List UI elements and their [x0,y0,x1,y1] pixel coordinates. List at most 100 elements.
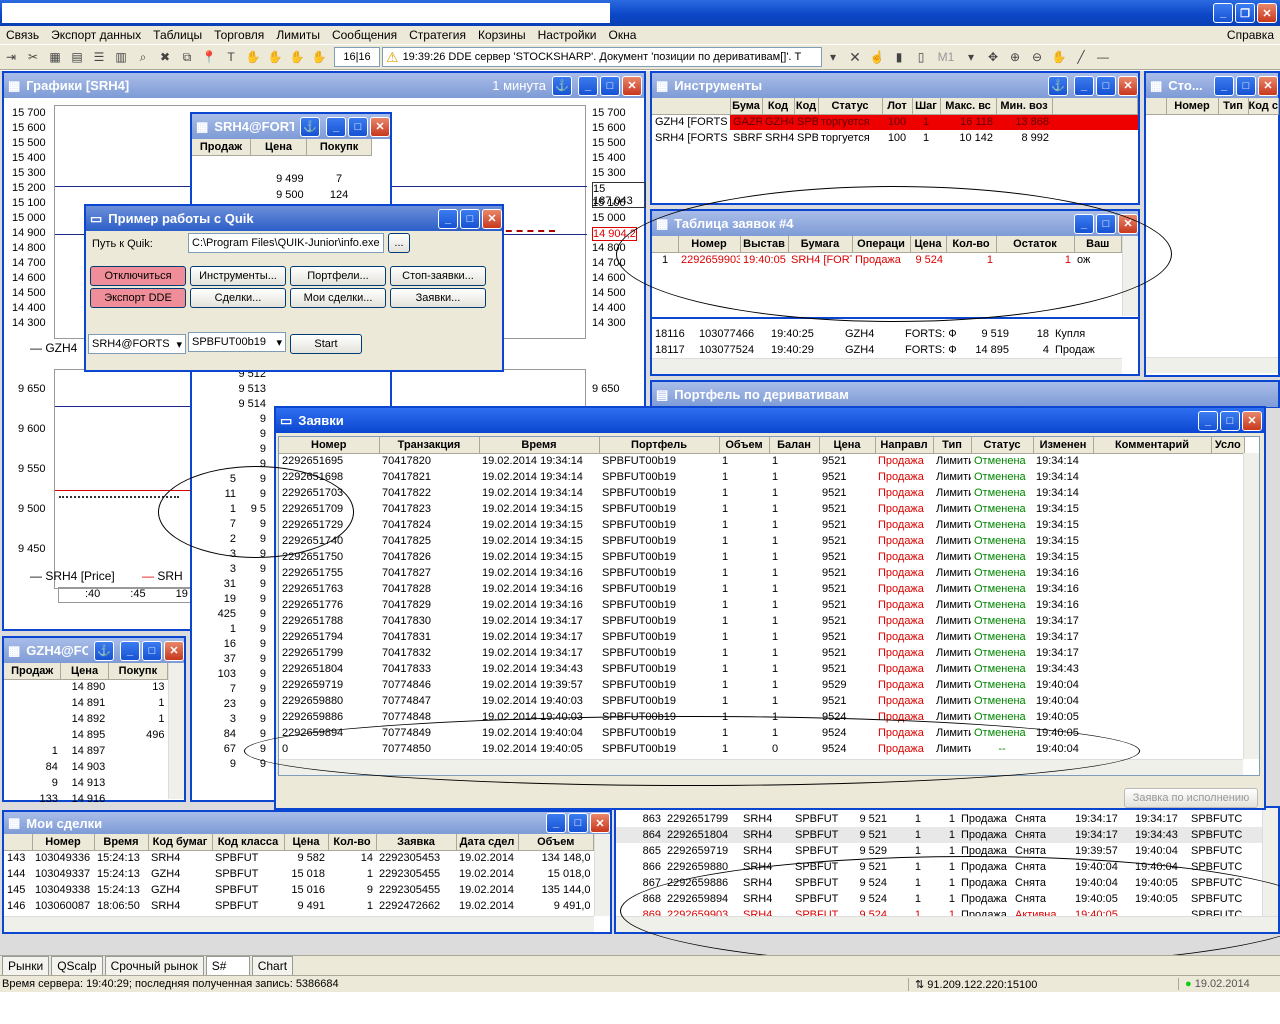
close-icon[interactable]: ✕ [1242,410,1262,431]
table-row[interactable]: 2292659886 70774848 19.02.2014 19:40:03 SPB… [279,709,1245,725]
minimize-icon[interactable]: _ [1074,75,1094,96]
table-row[interactable]: 14 895 496 [4,727,168,743]
hand2-icon[interactable]: ✋ [266,48,284,66]
col-header[interactable]: Код [794,98,819,115]
close-message-icon[interactable]: ✕ [846,48,864,66]
table-row[interactable]: GZH4 [FORTSGAZR-GZH4SPBторгуется100116 1… [652,114,1138,130]
col-header[interactable]: Тип [933,437,972,454]
col-header[interactable]: Усло [1211,437,1245,454]
cancel-icon[interactable]: ✖ [156,48,174,66]
bar-chart-icon[interactable]: ▮ [890,48,908,66]
menu-item[interactable]: Сообщения [326,28,403,42]
table-row[interactable]: 146 103060087 18:06:50 SRH4 SPBFUT 9 491 1 2292… [4,898,594,914]
table-row[interactable]: 0 70774850 19.02.2014 19:40:05 SPBFUT00b19 1… [279,741,1245,757]
close-icon[interactable]: ✕ [590,813,610,833]
col-header[interactable]: Код [762,98,795,115]
table-row[interactable]: 868 2292659894 SRH4 SPBFUT 9 524 1 1 Продажа Сня… [616,891,1264,907]
book-row[interactable]: 39 [192,563,274,578]
horizontal-scrollbar[interactable] [616,916,1278,932]
pan-icon[interactable]: ✋ [1050,48,1068,66]
disconnect-button[interactable]: Отключиться [90,266,186,286]
pin-icon[interactable]: 📍 [200,48,218,66]
table-row[interactable]: 2292651788 70417830 19.02.2014 19:34:17 SPB… [279,613,1245,629]
vertical-scrollbar[interactable] [1243,453,1259,759]
table-row[interactable]: 1 2292659903 19:40:05 SRH4 [FORT Продажа 9 52… [652,252,1122,268]
table-row[interactable]: 2292651740 70417825 19.02.2014 19:34:15 SPB… [279,533,1245,549]
col-header[interactable]: Покупк [306,139,372,156]
portfolio-select[interactable]: SPBFUT00b19 ▾ [188,332,286,352]
table-row[interactable]: 14 891 1 [4,695,168,711]
table-row[interactable]: 2292651709 70417823 19.02.2014 19:34:15 SPB… [279,501,1245,517]
book-row[interactable]: 9 [192,413,274,428]
list-icon[interactable]: ☰ [90,48,108,66]
table-row[interactable]: 2292659880 70774847 19.02.2014 19:40:03 SPB… [279,693,1245,709]
menu-item[interactable]: Настройки [532,28,603,42]
hand4-icon[interactable]: ✋ [310,48,328,66]
col-header[interactable]: Цена [910,236,947,253]
col-header[interactable]: Код с [1248,98,1279,115]
minimize-icon[interactable]: _ [438,208,458,229]
menu-item[interactable]: Окна [602,28,642,42]
restore-icon[interactable]: ❐ [1235,3,1255,23]
table-row[interactable]: SRH4 [FORTSSBRF-SRH4SPBторгуется100110 1… [652,130,1138,146]
table-row[interactable]: 2292651698 70417821 19.02.2014 19:34:14 SPB… [279,469,1245,485]
minimize-icon[interactable]: _ [1198,410,1218,431]
table-row[interactable]: 145 103049338 15:24:13 GZH4 SPBFUT 15 016 9 229… [4,882,594,898]
book-row[interactable]: 39 [192,713,274,728]
col-header[interactable]: Время [479,437,600,454]
anchor-icon[interactable]: ⚓ [94,640,114,661]
cursor-icon[interactable]: ☝ [868,48,886,66]
col-header[interactable]: Заявка [376,834,457,851]
col-header[interactable]: Код бумаг [148,834,213,851]
horizontal-scrollbar[interactable] [279,759,1243,775]
book-row[interactable]: 37 9 [192,653,274,668]
col-header[interactable]: Тип [1218,98,1249,115]
horizontal-scrollbar[interactable] [652,358,1122,374]
col-header[interactable] [4,834,33,851]
col-header[interactable]: Комментарий [1093,437,1212,454]
anchor-icon[interactable]: ⚓ [1048,75,1068,96]
tab-stocksharp[interactable]: S# [205,956,250,975]
maximize-icon[interactable]: □ [1220,410,1240,431]
minimize-icon[interactable]: _ [1214,75,1234,96]
maximize-icon[interactable]: □ [460,208,480,229]
maximize-icon[interactable]: □ [1096,75,1116,96]
col-header[interactable]: Номер [32,834,95,851]
book-row[interactable]: 9 [192,428,274,443]
tab-futures[interactable]: Срочный рынок [104,956,204,975]
book-row[interactable]: 9 [192,443,274,458]
minimize-icon[interactable]: _ [578,75,598,96]
book-row[interactable]: 425 9 [192,608,274,623]
maximize-icon[interactable]: □ [348,116,368,137]
my-trades-button[interactable]: Мои сделки... [290,288,386,308]
col-header[interactable]: Портфель [599,437,720,454]
col-header[interactable]: Остаток [996,236,1075,253]
search-icon[interactable]: ⌕ [134,48,152,66]
col-header[interactable]: Номер [678,236,741,253]
col-header[interactable]: Кол-во [328,834,377,851]
minimize-icon[interactable]: _ [1213,3,1233,23]
table-row[interactable]: 2292651794 70417831 19.02.2014 19:34:17 SPB… [279,629,1245,645]
book-row[interactable]: 79 [192,683,274,698]
export-dde-button[interactable]: Экспорт DDE [90,288,186,308]
book-row[interactable]: 9 513 [192,383,274,398]
interval-m1[interactable]: M1 [934,48,958,66]
anchor-icon[interactable]: ⚓ [552,75,572,96]
interval-dropdown-icon[interactable]: ▾ [962,48,980,66]
col-header[interactable]: Номер [1166,98,1219,115]
col-header[interactable]: Продаж [192,139,251,156]
table-row[interactable]: 2292651755 70417827 19.02.2014 19:34:16 SPB… [279,565,1245,581]
table-row[interactable]: 867 2292659886 SRH4 SPBFUT 9 524 1 1 Продажа Сня… [616,875,1264,891]
table-row[interactable]: 14 892 1 [4,711,168,727]
close-icon[interactable]: ✕ [1118,75,1138,96]
book-row[interactable]: 19 9 [192,593,274,608]
table-row[interactable]: 2292651799 70417832 19.02.2014 19:34:17 SPB… [279,645,1245,661]
book-row[interactable]: 23 9 [192,698,274,713]
col-header[interactable]: Номер [279,437,380,454]
maximize-icon[interactable]: □ [142,640,162,661]
line-icon[interactable]: ╱ [1072,48,1090,66]
col-header[interactable]: Лот [882,98,913,115]
col-header[interactable]: Продаж [4,663,62,680]
table-row[interactable]: 2292651750 70417826 19.02.2014 19:34:15 SPB… [279,549,1245,565]
table-row[interactable]: 2292651804 70417833 19.02.2014 19:34:43 SPB… [279,661,1245,677]
